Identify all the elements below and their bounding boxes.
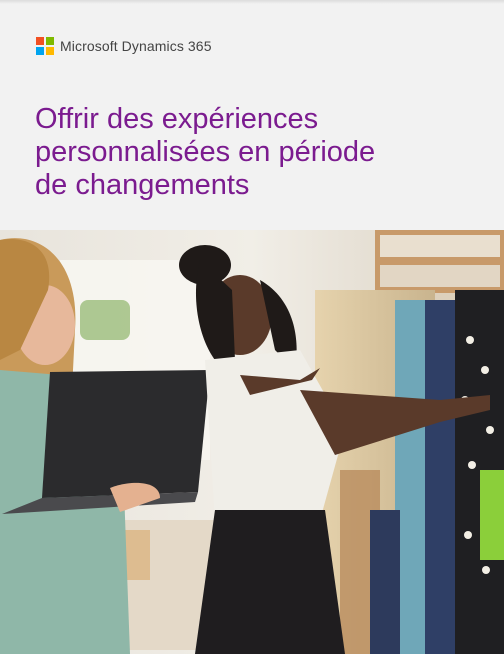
brand-name: Microsoft Dynamics 365 xyxy=(60,38,212,54)
headline-line-1: Offrir des expériences xyxy=(35,103,319,135)
headline-line-2: personnalisées en période xyxy=(35,136,376,168)
top-edge-shadow xyxy=(0,0,504,4)
microsoft-logo-icon xyxy=(36,37,54,55)
headline-line-3: de changements xyxy=(35,169,250,201)
document-cover: Microsoft Dynamics 365 Offrir des expéri… xyxy=(0,0,504,654)
store-clothing-rack-photo xyxy=(0,230,504,654)
brand-lockup: Microsoft Dynamics 365 xyxy=(36,37,212,55)
cover-headline: Offrir des expériences personnalisées en… xyxy=(35,103,475,202)
